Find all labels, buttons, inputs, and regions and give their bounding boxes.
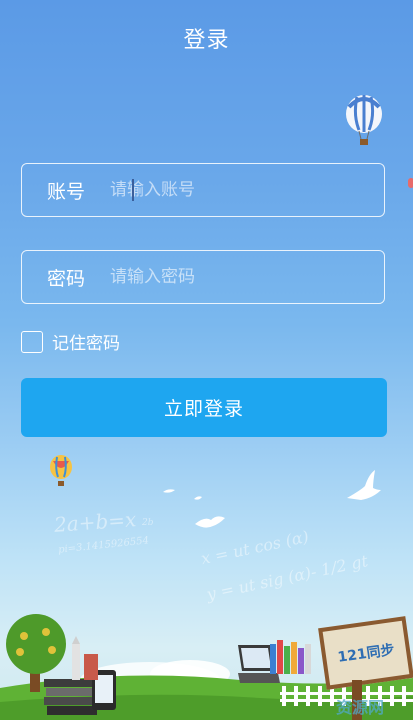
buildings-icon <box>72 636 98 680</box>
watermark-text: 资源网 <box>336 698 385 717</box>
login-button[interactable]: 立即登录 <box>21 378 387 437</box>
dove-tiny-icon-2 <box>194 496 202 500</box>
text-cursor <box>132 179 134 201</box>
remember-password-checkbox[interactable] <box>21 330 43 353</box>
password-input[interactable] <box>110 259 384 295</box>
remember-password-label: 记住密码 <box>52 334 120 354</box>
book-stack-icon <box>270 640 311 674</box>
sign-board: 121同步 <box>318 616 413 690</box>
account-label: 账号 <box>46 180 85 203</box>
hot-air-balloon-icon <box>346 95 382 145</box>
small-balloon-icon <box>50 455 72 486</box>
account-input[interactable] <box>110 172 384 208</box>
balloon-fragment-icon <box>408 178 413 188</box>
dove-small-icon <box>195 516 225 528</box>
account-field[interactable]: 账号 <box>21 163 385 217</box>
dove-icon <box>347 470 381 500</box>
remember-password-row[interactable]: 记住密码 <box>21 329 120 354</box>
sign-text: 121同步 <box>336 642 396 666</box>
password-field[interactable]: 密码 <box>21 250 385 304</box>
password-label: 密码 <box>46 267 85 290</box>
formula-text-4: x = ut cos (α) <box>199 526 311 569</box>
dove-tiny-icon <box>163 489 175 493</box>
page-title: 登录 <box>183 28 230 53</box>
formula-text-3: pi=3.1415926554 <box>57 535 150 556</box>
formula-text-2: 2b <box>142 518 154 528</box>
formula-text-1: 2a+b=x <box>53 507 137 537</box>
